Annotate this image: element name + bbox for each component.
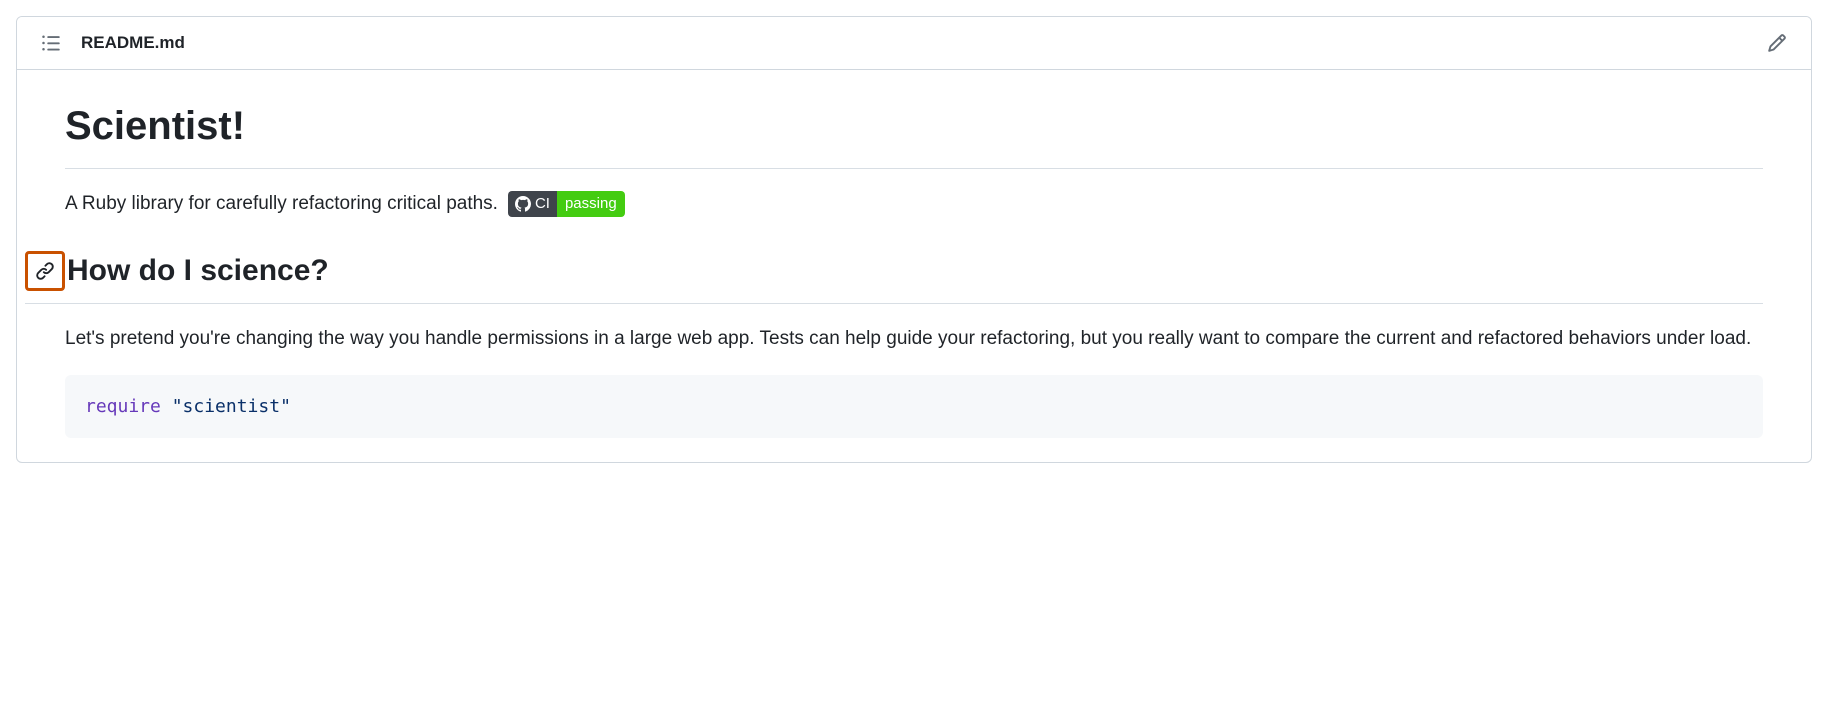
readme-header: README.md — [17, 17, 1811, 70]
code-keyword: require — [85, 396, 161, 417]
readme-body: Scientist! A Ruby library for carefully … — [17, 70, 1811, 462]
page-title: Scientist! — [65, 94, 1763, 169]
badge-right-text: passing — [557, 191, 625, 217]
pencil-icon[interactable] — [1763, 29, 1791, 57]
anchor-link[interactable] — [25, 251, 65, 291]
github-icon — [515, 196, 531, 212]
toc-icon[interactable] — [37, 29, 65, 57]
section-heading: How do I science? — [67, 247, 329, 295]
description-text: A Ruby library for carefully refactoring… — [65, 189, 498, 219]
ci-badge[interactable]: CI passing — [508, 191, 625, 217]
readme-container: README.md Scientist! A Ruby library for … — [16, 16, 1812, 463]
h2-section: How do I science? — [25, 247, 1763, 304]
code-string: "scientist" — [172, 396, 291, 417]
badge-left: CI — [508, 191, 557, 217]
description-line: A Ruby library for carefully refactoring… — [65, 189, 1763, 219]
paragraph: Let's pretend you're changing the way yo… — [65, 324, 1763, 354]
filename[interactable]: README.md — [81, 33, 185, 53]
link-icon — [35, 261, 55, 281]
header-left: README.md — [37, 29, 185, 57]
code-block: require "scientist" — [65, 375, 1763, 438]
badge-left-text: CI — [535, 192, 550, 216]
